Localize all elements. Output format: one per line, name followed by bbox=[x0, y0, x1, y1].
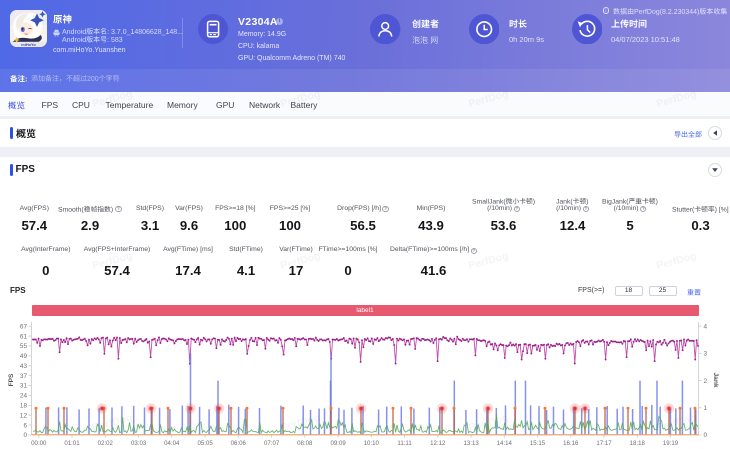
svg-text:24: 24 bbox=[20, 393, 28, 400]
svg-text:06:06: 06:06 bbox=[231, 440, 247, 447]
svg-text:0: 0 bbox=[704, 432, 708, 439]
svg-text:16:16: 16:16 bbox=[563, 440, 579, 447]
svg-text:55: 55 bbox=[20, 343, 28, 350]
svg-text:14:14: 14:14 bbox=[497, 440, 513, 447]
svg-text:4: 4 bbox=[704, 323, 708, 330]
svg-text:13:13: 13:13 bbox=[463, 440, 479, 447]
svg-text:49: 49 bbox=[20, 353, 28, 360]
svg-text:12: 12 bbox=[20, 412, 28, 419]
svg-text:6: 6 bbox=[23, 422, 27, 429]
svg-text:67: 67 bbox=[20, 323, 28, 330]
svg-text:11:11: 11:11 bbox=[397, 440, 412, 447]
svg-text:03:03: 03:03 bbox=[131, 440, 147, 447]
svg-text:31: 31 bbox=[20, 383, 28, 390]
svg-text:miHoYo: miHoYo bbox=[21, 42, 36, 47]
svg-text:04:04: 04:04 bbox=[164, 440, 180, 447]
svg-text:00:00: 00:00 bbox=[31, 440, 47, 447]
svg-text:09:09: 09:09 bbox=[330, 440, 346, 447]
svg-text:2: 2 bbox=[704, 378, 708, 385]
svg-text:08:08: 08:08 bbox=[297, 440, 313, 447]
svg-text:12:12: 12:12 bbox=[430, 440, 446, 447]
svg-text:37: 37 bbox=[20, 373, 28, 380]
svg-text:19:19: 19:19 bbox=[663, 440, 679, 447]
svg-text:0: 0 bbox=[23, 432, 27, 439]
svg-text:01:01: 01:01 bbox=[64, 440, 80, 447]
svg-text:3: 3 bbox=[704, 351, 708, 358]
svg-text:61: 61 bbox=[20, 333, 28, 340]
svg-text:10:10: 10:10 bbox=[364, 440, 380, 447]
svg-text:43: 43 bbox=[20, 363, 28, 370]
svg-text:05:05: 05:05 bbox=[197, 440, 213, 447]
svg-text:02:02: 02:02 bbox=[98, 440, 114, 447]
svg-text:17:17: 17:17 bbox=[596, 440, 612, 447]
svg-text:FPS: FPS bbox=[8, 373, 15, 386]
svg-text:15:15: 15:15 bbox=[530, 440, 546, 447]
svg-text:18:18: 18:18 bbox=[630, 440, 646, 447]
svg-text:07:07: 07:07 bbox=[264, 440, 280, 447]
svg-text:18: 18 bbox=[20, 403, 28, 410]
svg-text:Jank: Jank bbox=[712, 372, 719, 387]
svg-text:1: 1 bbox=[704, 405, 708, 412]
